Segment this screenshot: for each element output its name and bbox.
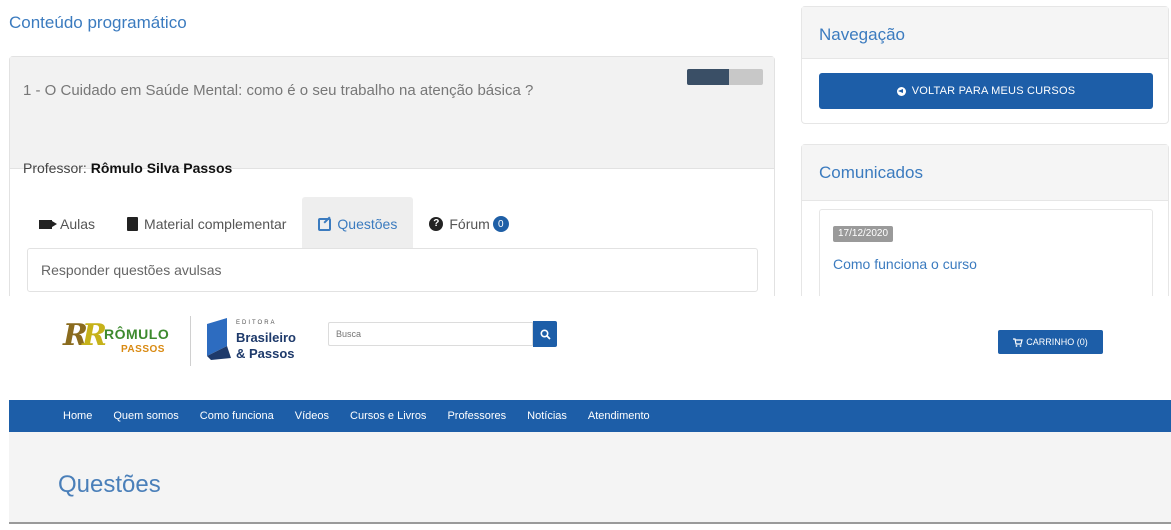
module-panel: 1 - O Cuidado em Saúde Mental: como é o …	[9, 56, 775, 296]
course-page: Conteúdo programático 1 - O Cuidado em S…	[0, 0, 1171, 296]
tab-label: Fórum	[449, 216, 490, 232]
logo-divider	[190, 316, 191, 366]
tab-questoes[interactable]: Questões	[302, 197, 414, 251]
teacher-line: Professor: Rômulo Silva Passos	[23, 160, 232, 176]
module-tabs: Aulas Material complementar Questões ? F…	[23, 197, 525, 251]
module-header[interactable]: 1 - O Cuidado em Saúde Mental: como é o …	[10, 57, 774, 169]
nav-atendimento[interactable]: Atendimento	[588, 410, 650, 422]
section-title: Conteúdo programático	[9, 13, 187, 32]
tab-label: Questões	[337, 216, 398, 232]
nav-videos[interactable]: Vídeos	[295, 410, 329, 422]
page-header: Questões	[9, 432, 1171, 524]
notices-title: Comunicados	[819, 163, 923, 182]
answer-questions-item[interactable]: Responder questões avulsas	[27, 248, 758, 292]
module-progress-fill	[687, 69, 729, 85]
navigation-panel: Navegação VOLTAR PARA MEUS CURSOS	[801, 6, 1169, 124]
notice-date-badge: 17/12/2020	[833, 226, 894, 242]
module-title[interactable]: 1 - O Cuidado em Saúde Mental: como é o …	[23, 80, 583, 102]
search-input[interactable]	[328, 322, 533, 346]
cart-label: CARRINHO (0)	[1026, 337, 1088, 347]
back-to-courses-button[interactable]: VOLTAR PARA MEUS CURSOS	[819, 73, 1153, 109]
editora-logo-icon	[207, 318, 231, 360]
teacher-label: Professor:	[23, 160, 87, 176]
search-button[interactable]	[533, 321, 557, 347]
cart-button[interactable]: CARRINHO (0)	[998, 330, 1103, 354]
nav-como-funciona[interactable]: Como funciona	[200, 410, 274, 422]
tab-label: Material complementar	[144, 216, 287, 232]
navigation-title: Navegação	[819, 25, 906, 44]
book-icon	[127, 217, 139, 231]
edit-icon	[318, 217, 332, 231]
teacher-name: Rômulo Silva Passos	[90, 160, 233, 176]
search-icon	[539, 328, 551, 340]
answer-questions-label[interactable]: Responder questões avulsas	[41, 262, 222, 278]
tab-forum[interactable]: ? Fórum 0	[413, 197, 524, 251]
logo-passos-text: PASSOS	[121, 344, 165, 355]
video-camera-icon	[39, 219, 57, 229]
tab-label: Aulas	[60, 216, 96, 232]
notice-item: 17/12/2020 Como funciona o curso	[819, 209, 1153, 296]
tab-material-complementar[interactable]: Material complementar	[111, 197, 302, 251]
logo-passos-text-2: & Passos	[236, 346, 295, 361]
nav-professores[interactable]: Professores	[447, 410, 506, 422]
tab-aulas[interactable]: Aulas	[23, 197, 111, 251]
question-circle-icon: ?	[429, 217, 444, 231]
main-navbar: Home Quem somos Como funciona Vídeos Cur…	[9, 400, 1171, 432]
rp-monogram-icon: RR	[63, 318, 107, 353]
arrow-left-icon	[896, 86, 906, 96]
notices-panel: Comunicados 17/12/2020 Como funciona o c…	[801, 144, 1169, 296]
forum-count-badge: 0	[492, 216, 509, 232]
nav-cursos-e-livros[interactable]: Cursos e Livros	[350, 410, 426, 422]
logo-brasileiro-text: Brasileiro	[236, 330, 296, 345]
cart-icon	[1013, 337, 1024, 347]
logo-romulo-text: RÔMULO	[104, 326, 170, 342]
nav-noticias[interactable]: Notícias	[527, 410, 567, 422]
site-header: RR RÔMULO PASSOS EDITORA Brasileiro & Pa…	[0, 296, 1171, 530]
nav-quem-somos[interactable]: Quem somos	[113, 410, 178, 422]
page-title: Questões	[58, 471, 161, 498]
notice-link[interactable]: Como funciona o curso	[833, 256, 977, 272]
module-progress-bar	[687, 69, 763, 85]
nav-home[interactable]: Home	[63, 410, 92, 422]
back-to-courses-label: VOLTAR PARA MEUS CURSOS	[911, 85, 1076, 97]
logo-editora-text: EDITORA	[236, 320, 277, 326]
